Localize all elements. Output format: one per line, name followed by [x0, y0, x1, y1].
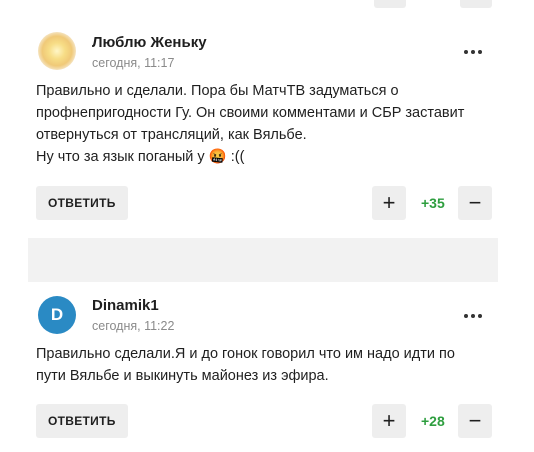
- comment-timestamp: сегодня, 11:17: [92, 56, 175, 70]
- vote-score: +28: [421, 413, 445, 429]
- comment-separator: [28, 238, 498, 282]
- comment-line: профнепригодности Гу. Он своими коммента…: [36, 105, 465, 121]
- plus-icon[interactable]: +: [372, 186, 406, 220]
- comment-timestamp: сегодня, 11:22: [92, 319, 175, 333]
- reply-button[interactable]: ОТВЕТИТЬ: [36, 186, 128, 220]
- comment-line: Ну что за язык поганый у 🤬 :((: [36, 149, 245, 165]
- minus-button-partial[interactable]: [460, 0, 492, 8]
- comment-text: Правильно сделали.Я и до гонок говорил ч…: [36, 343, 498, 387]
- comment-text: Правильно и сделали. Пора бы МатчТВ заду…: [36, 80, 498, 168]
- reply-button[interactable]: ОТВЕТИТЬ: [36, 404, 128, 438]
- minus-icon[interactable]: −: [458, 186, 492, 220]
- comment-line: Правильно и сделали. Пора бы МатчТВ заду…: [36, 83, 399, 99]
- more-dots-icon[interactable]: [460, 306, 486, 326]
- comment-line: Правильно сделали.Я и до гонок говорил ч…: [36, 346, 455, 362]
- more-dots-icon[interactable]: [460, 42, 486, 62]
- avatar-letter: D: [50, 305, 64, 324]
- comment-author[interactable]: Dinamik1: [92, 297, 159, 314]
- plus-button-partial[interactable]: [374, 0, 406, 8]
- avatar[interactable]: D: [38, 296, 76, 334]
- vote-score: +35: [421, 195, 445, 211]
- comment-line: пути Вяльбе и выкинуть майонез из эфира.: [36, 368, 329, 384]
- plus-icon[interactable]: +: [372, 404, 406, 438]
- comment-author[interactable]: Люблю Женьку: [92, 34, 207, 51]
- minus-icon[interactable]: −: [458, 404, 492, 438]
- avatar[interactable]: [38, 32, 76, 70]
- previous-comment-controls: [0, 0, 534, 12]
- comment-line: отвернуться от трансляций, как Вяльбе.: [36, 127, 307, 143]
